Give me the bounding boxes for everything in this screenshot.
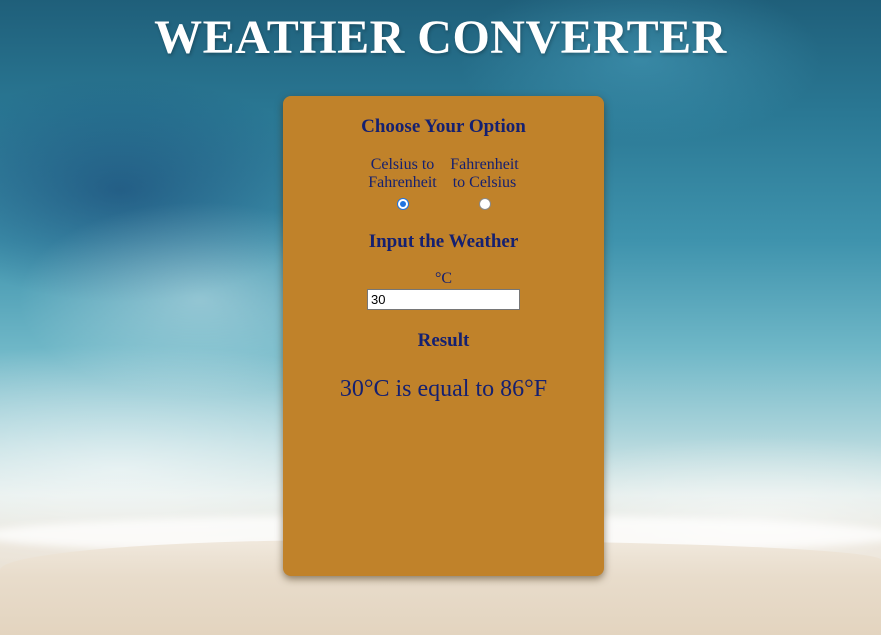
converter-card: Choose Your Option Celsius to Fahrenheit… xyxy=(283,96,604,576)
option-label: Celsius to Fahrenheit xyxy=(368,156,437,191)
result-heading: Result xyxy=(417,330,470,351)
page-title: WEATHER CONVERTER xyxy=(154,11,727,64)
option-label: Fahrenheit to Celsius xyxy=(450,156,519,191)
unit-label: °C xyxy=(434,270,453,287)
choose-option-heading: Choose Your Option xyxy=(361,116,526,137)
radio-fahrenheit-to-celsius[interactable] xyxy=(478,198,491,210)
option-celsius-to-fahrenheit[interactable]: Celsius to Fahrenheit xyxy=(367,156,439,210)
temperature-input[interactable]: 30 xyxy=(367,289,520,310)
option-fahrenheit-to-celsius[interactable]: Fahrenheit to Celsius xyxy=(449,156,521,210)
radio-celsius-to-fahrenheit[interactable] xyxy=(396,198,409,210)
result-text: 30°C is equal to 86°F xyxy=(339,376,548,402)
conversion-options: Celsius to Fahrenheit Fahrenheit to Cels… xyxy=(283,156,604,210)
input-weather-heading: Input the Weather xyxy=(368,231,519,252)
